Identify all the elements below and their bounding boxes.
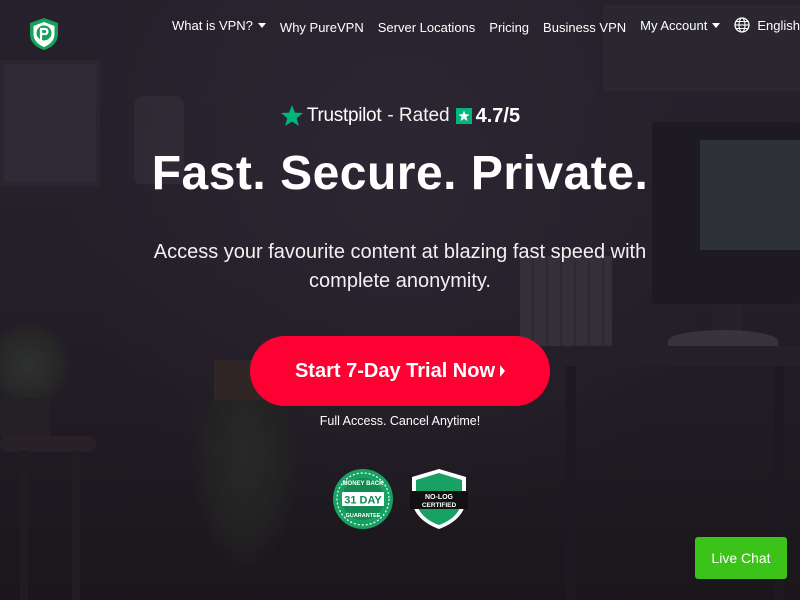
no-log-certified-badge-icon: NO-LOG CERTIFIED bbox=[410, 469, 468, 529]
chevron-down-icon bbox=[712, 22, 721, 28]
hero-headline: Fast. Secure. Private. bbox=[151, 147, 649, 200]
money-back-badge-icon: 31 DAY MONEY BACK GUARANTEE bbox=[333, 469, 393, 529]
nav-my-account[interactable]: My Account bbox=[640, 17, 721, 33]
trustpilot-score: 4.7/5 bbox=[475, 104, 521, 127]
nav-label: Business VPN bbox=[543, 19, 627, 35]
background-overlay bbox=[0, 0, 800, 600]
nav-why-purevpn[interactable]: Why PureVPN bbox=[280, 20, 364, 35]
arrow-right-icon bbox=[500, 365, 506, 377]
start-trial-button[interactable]: Start 7-Day Trial Now bbox=[250, 336, 550, 406]
money-back-bottom: GUARANTEE bbox=[346, 513, 381, 519]
nav-label: What is VPN? bbox=[172, 17, 253, 33]
start-trial-label: Start 7-Day Trial Now bbox=[294, 359, 496, 382]
nav-server-locations[interactable]: Server Locations bbox=[378, 20, 476, 35]
purevpn-logo-icon[interactable] bbox=[28, 17, 60, 51]
trustpilot-box-star-icon bbox=[455, 108, 472, 124]
no-log-line2: CERTIFIED bbox=[422, 502, 457, 509]
nav-label: My Account bbox=[640, 17, 708, 33]
trustpilot-rating[interactable]: Trustpilot - Rated 4.7/5 bbox=[0, 104, 800, 128]
trustpilot-star-icon bbox=[280, 105, 303, 126]
money-back-top: MONEY BACK bbox=[343, 481, 385, 487]
nav-label: Why PureVPN bbox=[279, 19, 364, 35]
globe-icon bbox=[734, 17, 750, 33]
cta-note: Full Access. Cancel Anytime! bbox=[319, 414, 481, 428]
nav-pricing[interactable]: Pricing bbox=[489, 20, 529, 35]
language-label: English bbox=[757, 17, 800, 33]
nav-business-vpn[interactable]: Business VPN bbox=[543, 20, 626, 35]
site-header: What is VPN? Why PureVPN Server Location… bbox=[0, 0, 800, 52]
nav-label: Pricing bbox=[489, 19, 530, 35]
nav-label: Server Locations bbox=[377, 19, 476, 35]
trustpilot-brand: Trustpilot bbox=[306, 105, 382, 126]
money-back-days: 31 DAY bbox=[344, 495, 382, 507]
hero-subheadline: Access your favourite content at blazing… bbox=[153, 241, 647, 292]
live-chat-label: Live Chat bbox=[711, 550, 771, 566]
no-log-line1: NO-LOG bbox=[425, 494, 454, 501]
chevron-down-icon bbox=[257, 22, 266, 28]
live-chat-button[interactable]: Live Chat bbox=[695, 537, 787, 579]
main-nav: What is VPN? Why PureVPN Server Location… bbox=[172, 14, 800, 36]
trustpilot-rated-text: - Rated bbox=[387, 105, 450, 126]
language-selector[interactable]: English bbox=[734, 17, 800, 33]
nav-what-is-vpn[interactable]: What is VPN? bbox=[172, 18, 266, 33]
page: What is VPN? Why PureVPN Server Location… bbox=[0, 0, 800, 600]
